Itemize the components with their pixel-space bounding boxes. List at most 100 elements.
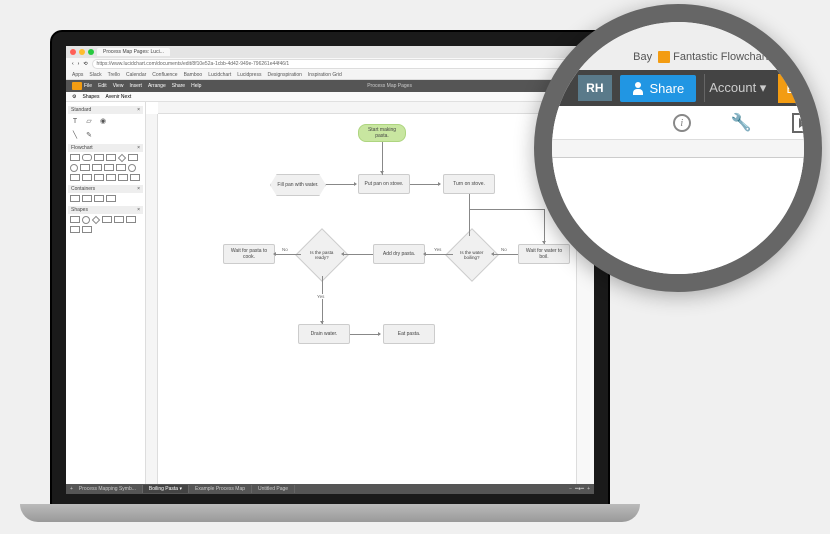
canvas[interactable]: Start making pasta. Fill pan with water.… (146, 102, 576, 494)
pencil-icon[interactable]: ✎ (84, 130, 94, 140)
panel-shapes[interactable]: Shapes× (68, 206, 143, 214)
shape-pentagon[interactable] (102, 216, 112, 223)
browser-tab[interactable]: Process Map Pages: Luci... (97, 48, 170, 56)
font-selector[interactable]: Avenir Next (105, 94, 131, 100)
bookmark-item[interactable]: Lucidpress (237, 72, 261, 78)
bookmark-item[interactable]: Fantastic Flowcharts (658, 51, 774, 63)
menu-edit[interactable]: Edit (98, 83, 107, 89)
page-tab[interactable]: Example Process Map (189, 485, 252, 493)
close-icon[interactable] (70, 49, 76, 55)
node-start[interactable]: Start making pasta. (358, 124, 406, 142)
shape-storage[interactable] (92, 164, 102, 171)
bookmark-item[interactable]: Bay (633, 51, 652, 63)
url-input[interactable]: https://www.lucidchart.com/documents/edi… (92, 59, 588, 69)
page-tab[interactable]: Process Mapping Symb... (73, 485, 143, 493)
close-icon[interactable]: × (137, 186, 140, 192)
bookmark-item[interactable]: Confluence (152, 72, 177, 78)
shape-or[interactable] (128, 164, 136, 172)
page-tab[interactable]: Boiling Pasta ▾ (143, 485, 189, 493)
shape-circle[interactable] (82, 216, 90, 224)
shape-swimlane[interactable] (82, 195, 92, 202)
page-tab[interactable]: Untitled Page (252, 485, 295, 493)
shape-star[interactable] (126, 216, 136, 223)
close-icon[interactable]: × (137, 107, 140, 113)
shape-terminator[interactable] (82, 154, 92, 161)
node-wait-cook[interactable]: Wait for pasta to cook. (223, 244, 275, 264)
reload-icon[interactable]: ⟲ (83, 61, 87, 67)
play-icon[interactable] (792, 113, 812, 133)
shape-delay[interactable] (80, 164, 90, 171)
menu-arrange[interactable]: Arrange (148, 83, 166, 89)
menu-insert[interactable]: Insert (129, 83, 142, 89)
menu-help[interactable]: Help (191, 83, 201, 89)
shape-container[interactable] (70, 195, 80, 202)
bookmark-item[interactable]: Trello (108, 72, 120, 78)
zoom-slider[interactable]: ━●━ (575, 486, 584, 492)
canvas-area[interactable]: Start making pasta. Fill pan with water.… (158, 114, 576, 494)
bookmark-item[interactable]: Bamboo (184, 72, 203, 78)
back-icon[interactable]: ‹ (72, 61, 74, 67)
shape-arrow[interactable] (70, 226, 80, 233)
shape-process[interactable] (70, 154, 80, 161)
bookmark-item[interactable]: Lucidchart (208, 72, 231, 78)
node-stove[interactable]: Put pan on stove. (358, 174, 410, 194)
line-icon[interactable]: ╲ (70, 130, 80, 140)
info-icon[interactable]: i (673, 114, 691, 132)
exit-button[interactable]: Exit (778, 74, 816, 103)
zoom-controls[interactable]: − ━●━ + (569, 486, 590, 492)
bookmark-item[interactable]: Slack (89, 72, 101, 78)
shape-diamond[interactable] (92, 216, 100, 224)
shape-merge[interactable] (116, 164, 126, 171)
node-dry[interactable]: Add dry pasta. (373, 244, 425, 264)
shape-rect[interactable] (70, 216, 80, 223)
shape-paper[interactable] (94, 174, 104, 181)
shape-manual[interactable] (70, 174, 80, 181)
close-icon[interactable]: × (137, 145, 140, 151)
menu-view[interactable]: View (113, 83, 124, 89)
document-title[interactable]: Process Map Pages (207, 83, 571, 89)
text-icon[interactable]: T (70, 116, 80, 126)
hotspot-icon[interactable]: ◉ (98, 116, 108, 126)
zoom-in-icon[interactable]: + (587, 486, 590, 492)
shape-cloud[interactable] (82, 226, 92, 233)
shape-offpage[interactable] (130, 174, 140, 181)
shape-database[interactable] (104, 164, 114, 171)
shape-predefined[interactable] (94, 154, 104, 161)
gear-icon[interactable]: ⚙ (72, 94, 76, 100)
maximize-icon[interactable] (88, 49, 94, 55)
magnified-canvas[interactable] (552, 158, 804, 274)
menu-file[interactable]: File (84, 83, 92, 89)
forward-icon[interactable]: › (78, 61, 80, 67)
shape-connector[interactable] (70, 164, 78, 172)
logo-icon[interactable] (72, 82, 82, 90)
shape-hexagon[interactable] (114, 216, 124, 223)
bookmark-item[interactable]: Designspiration (267, 72, 301, 78)
shape-card[interactable] (82, 174, 92, 181)
account-menu[interactable]: Account ▾ (704, 74, 770, 102)
bookmark-item[interactable]: Calendar (126, 72, 146, 78)
close-icon[interactable]: × (137, 207, 140, 213)
panel-containers[interactable]: Containers× (68, 185, 143, 193)
share-button[interactable]: Share (620, 75, 697, 102)
shape-data[interactable] (106, 154, 116, 161)
bookmark-item[interactable]: Inspiration Grid (308, 72, 342, 78)
panel-standard[interactable]: Standard× (68, 106, 143, 114)
panel-flowchart[interactable]: Flowchart× (68, 144, 143, 152)
menu-share[interactable]: Share (172, 83, 185, 89)
shape-brace[interactable] (106, 195, 116, 202)
shape-display[interactable] (118, 174, 128, 181)
bookmark-item[interactable]: Apps (72, 72, 83, 78)
shape-document[interactable] (128, 154, 138, 161)
minimize-icon[interactable] (79, 49, 85, 55)
shape-decision[interactable] (118, 154, 126, 162)
node-fill[interactable]: Fill pan with water. (270, 174, 326, 196)
wrench-icon[interactable]: 🔧 (731, 113, 752, 133)
node-eat[interactable]: Eat pasta. (383, 324, 435, 344)
shape-loop[interactable] (106, 174, 116, 181)
node-turn[interactable]: Turn on stove. (443, 174, 495, 194)
shape-pool[interactable] (94, 195, 104, 202)
zoom-out-icon[interactable]: − (569, 486, 572, 492)
user-badge[interactable]: RH (578, 75, 611, 101)
node-drain[interactable]: Drain water. (298, 324, 350, 344)
note-icon[interactable]: ▱ (84, 116, 94, 126)
